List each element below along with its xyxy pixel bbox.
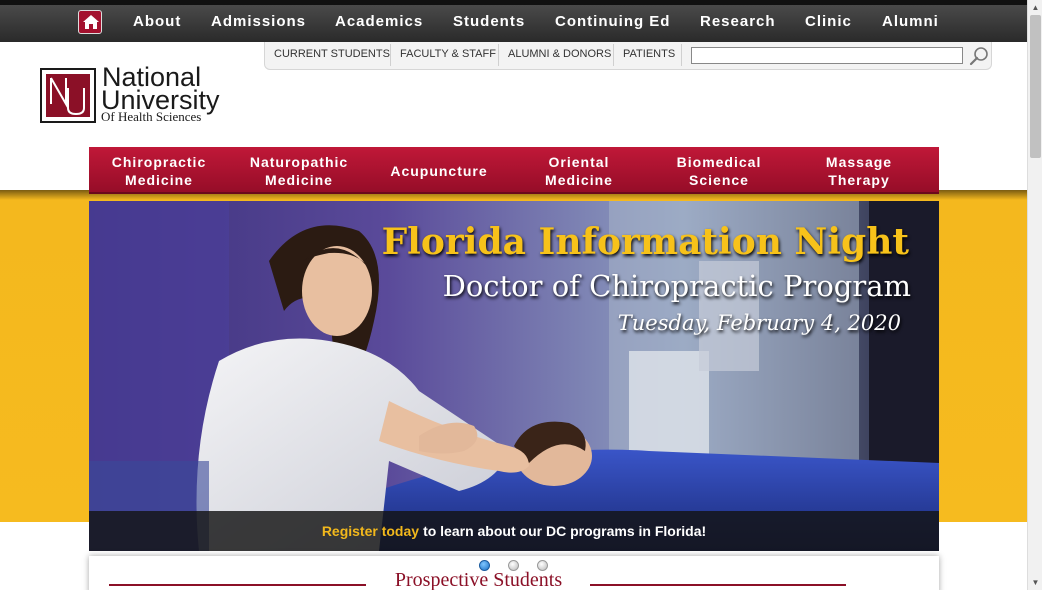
logo-text-tagline: Of Health Sciences [101, 109, 202, 124]
nav-academics[interactable]: Academics [335, 13, 423, 30]
link-faculty-staff[interactable]: FACULTY & STAFF [400, 48, 496, 60]
program-massage-therapy[interactable]: Massage Therapy [789, 147, 929, 194]
nav-clinic[interactable]: Clinic [805, 13, 852, 30]
nav-continuing-ed[interactable]: Continuing Ed [555, 13, 670, 30]
program-acupuncture[interactable]: Acupuncture [369, 147, 509, 194]
hero-slide[interactable]: Florida Information Night Doctor of Chir… [89, 201, 939, 551]
program-naturopathic-medicine[interactable]: Naturopathic Medicine [229, 147, 369, 194]
hero-caption: Register today to learn about our DC pro… [89, 511, 939, 551]
scroll-up-arrow-icon[interactable]: ▲ [1028, 0, 1042, 15]
divider [498, 44, 499, 66]
program-biomedical-science[interactable]: Biomedical Science [649, 147, 789, 194]
magnifier-icon [969, 47, 988, 66]
search-button[interactable] [968, 45, 990, 67]
program-chiropractic-medicine[interactable]: Chiropractic Medicine [89, 147, 229, 194]
hero-subtitle: Doctor of Chiropractic Program [442, 269, 911, 303]
register-today-link[interactable]: Register today [322, 523, 419, 539]
program-label: Chiropractic Medicine [111, 153, 207, 188]
hero-title: Florida Information Night [381, 221, 909, 263]
hero-date: Tuesday, February 4, 2020 [617, 311, 901, 335]
top-nav-bar: About Admissions Academics Students Cont… [0, 0, 1027, 42]
nav-research[interactable]: Research [700, 13, 776, 30]
program-nav: Chiropractic Medicine Naturopathic Medicin… [89, 147, 939, 194]
divider [613, 44, 614, 66]
nav-admissions[interactable]: Admissions [211, 13, 306, 30]
search-input[interactable] [691, 47, 963, 64]
utility-bar: CURRENT STUDENTS FACULTY & STAFF ALUMNI … [264, 42, 992, 70]
logo-monogram-fill [46, 74, 90, 117]
scrollbar-thumb[interactable] [1030, 15, 1041, 158]
program-label: Oriental Medicine [545, 153, 613, 188]
divider [681, 44, 682, 66]
program-label: Naturopathic Medicine [249, 153, 349, 188]
logo-monogram [40, 68, 96, 123]
nav-students[interactable]: Students [453, 13, 525, 30]
home-icon [83, 15, 99, 29]
hero-caption-text: to learn about our DC programs in Florid… [423, 523, 707, 539]
program-label: Acupuncture [390, 162, 488, 179]
vertical-scrollbar[interactable]: ▲ ▼ [1027, 0, 1042, 590]
section-title-prospective-students: Prospective Students [394, 569, 563, 590]
program-oriental-medicine[interactable]: Oriental Medicine [509, 147, 649, 194]
nu-monogram-icon [50, 77, 85, 116]
nav-about[interactable]: About [133, 13, 181, 30]
program-label: Biomedical Science [676, 153, 762, 188]
home-button[interactable] [78, 10, 102, 34]
program-label: Massage Therapy [825, 153, 893, 188]
link-patients[interactable]: PATIENTS [623, 48, 675, 60]
link-alumni-donors[interactable]: ALUMNI & DONORS [508, 48, 611, 60]
divider [390, 44, 391, 66]
scroll-down-arrow-icon[interactable]: ▼ [1028, 575, 1042, 590]
nav-alumni[interactable]: Alumni [882, 13, 939, 30]
link-current-students[interactable]: CURRENT STUDENTS [274, 48, 390, 60]
university-logo[interactable]: National University Of Health Sciences [40, 63, 240, 125]
